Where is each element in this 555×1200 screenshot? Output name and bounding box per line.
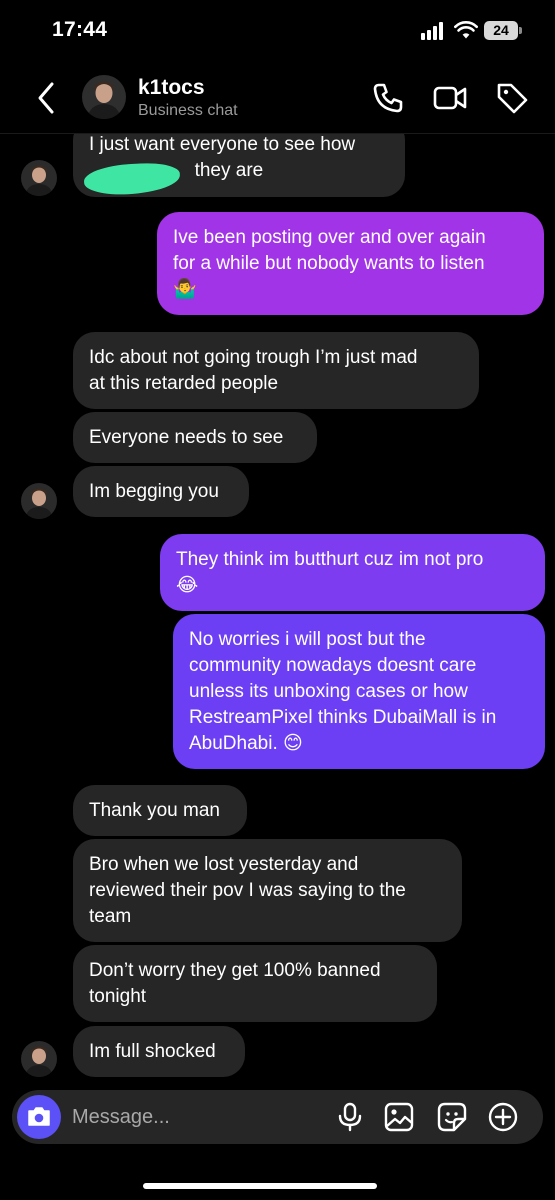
message-text: No worries i will post but the community… [189,629,497,754]
camera-button[interactable] [17,1095,61,1139]
chat-header: k1tocs Business chat [0,62,555,134]
plus-icon[interactable] [487,1101,519,1133]
message-text: Im begging you [89,481,219,502]
message-text: Thank you man [89,800,220,821]
message-text: Bro when we lost yesterday and reviewed … [89,854,406,927]
home-indicator[interactable] [143,1183,377,1189]
phone-icon[interactable] [370,80,406,116]
message-bubble-incoming[interactable]: Thank you man [73,785,247,836]
image-icon[interactable] [383,1101,415,1133]
contact-name[interactable]: k1tocs [138,76,205,100]
message-text: Ive been posting over and over again for… [173,227,486,300]
camera-icon [28,1107,50,1126]
chat-type-label: Business chat [138,102,238,119]
message-bubble-incoming[interactable]: Everyone needs to see [73,412,317,463]
message-bubble-outgoing[interactable]: No worries i will post but the community… [173,614,545,769]
message-text: They think im butthurt cuz im not pro 😂 [176,549,484,596]
contact-avatar[interactable] [21,160,57,196]
sticker-icon[interactable] [436,1101,468,1133]
message-composer [12,1090,543,1144]
contact-avatar[interactable] [82,75,126,119]
message-text: Idc about not going trough I’m just mad … [89,347,418,394]
message-bubble-outgoing[interactable]: Ive been posting over and over again for… [157,212,544,315]
message-bubble-incoming[interactable]: Im begging you [73,466,249,517]
message-text: Im full shocked [89,1041,216,1062]
message-text: Everyone needs to see [89,427,284,448]
message-text: Don’t worry they get 100% banned tonight [89,960,381,1007]
contact-avatar[interactable] [21,1041,57,1077]
tag-icon[interactable] [494,80,530,116]
message-bubble-incoming[interactable]: Bro when we lost yesterday and reviewed … [73,839,462,942]
contact-avatar[interactable] [21,483,57,519]
video-icon[interactable] [432,80,468,116]
message-bubble-incoming[interactable]: Im full shocked [73,1026,245,1077]
back-icon[interactable] [30,78,62,118]
microphone-icon[interactable] [334,1101,366,1133]
chat-thread[interactable]: I just want everyone to see how they are… [0,0,555,1200]
message-bubble-outgoing[interactable]: They think im butthurt cuz im not pro 😂 [160,534,545,611]
message-input[interactable] [72,1090,332,1144]
message-bubble-incoming[interactable]: Don’t worry they get 100% banned tonight [73,945,437,1022]
message-bubble-incoming[interactable]: Idc about not going trough I’m just mad … [73,332,479,409]
